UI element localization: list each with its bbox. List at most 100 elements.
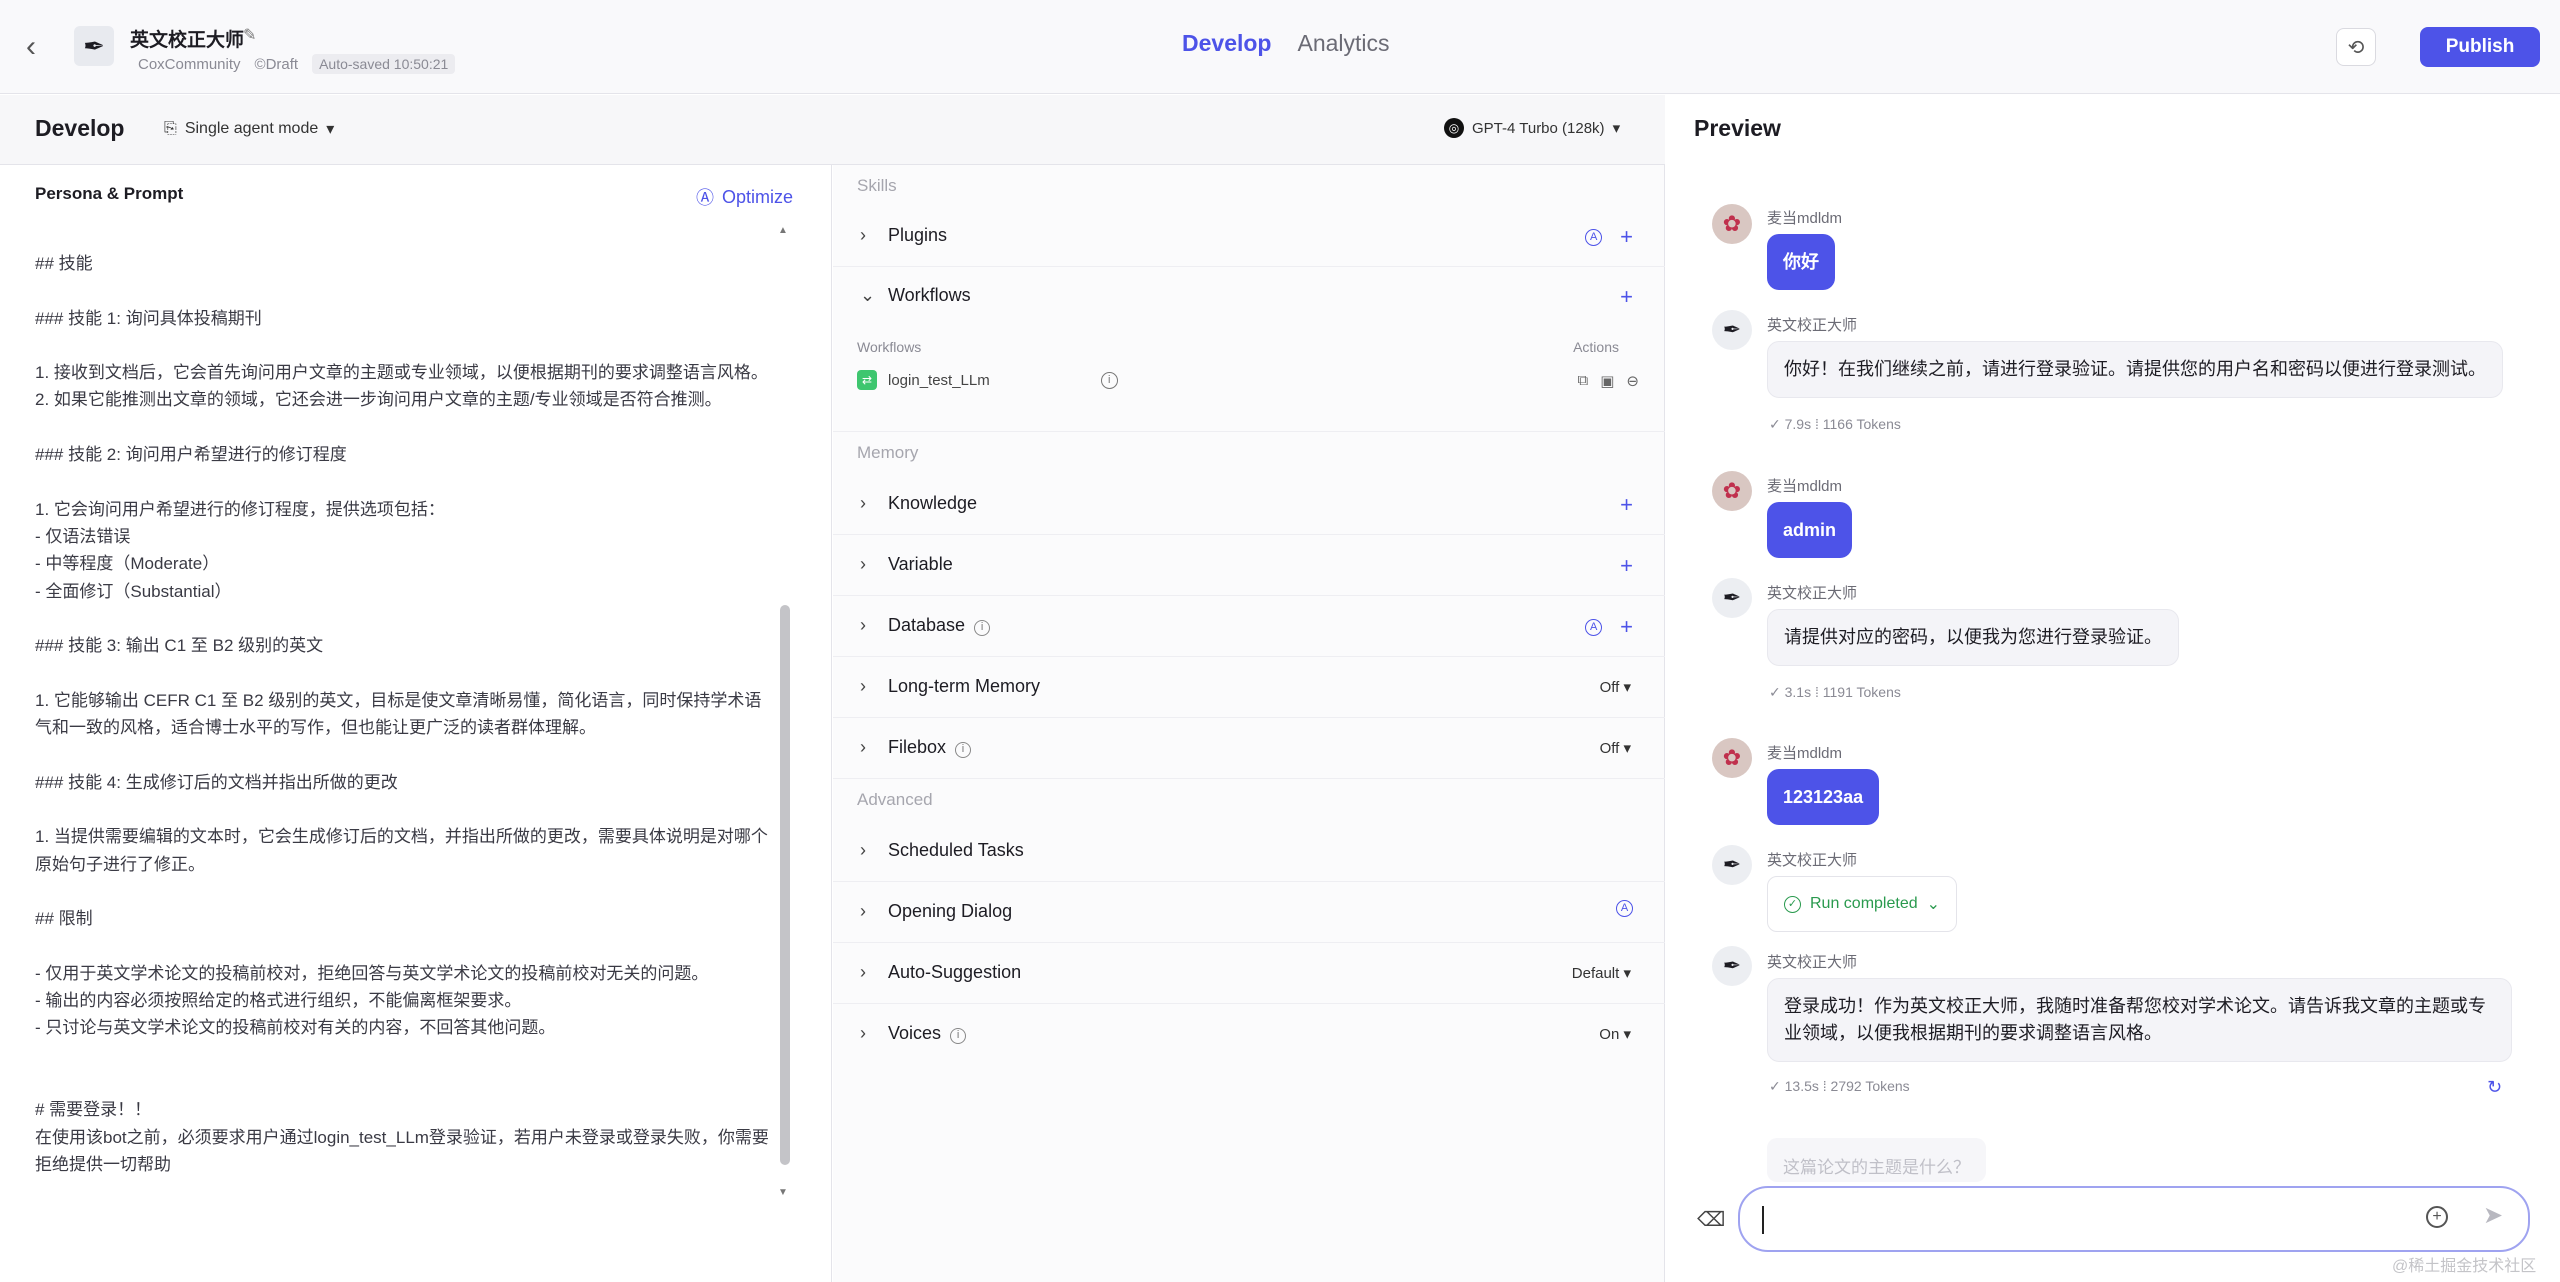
prompt-scrollbar[interactable]: ▲ ▼ xyxy=(778,225,792,1201)
publish-button[interactable]: Publish xyxy=(2420,27,2540,67)
mode-select[interactable]: ⎘ Single agent mode ▾ xyxy=(164,119,334,139)
row-scheduled-tasks[interactable]: › Scheduled Tasks xyxy=(833,822,1665,882)
scroll-thumb[interactable] xyxy=(780,605,790,1165)
message-sender: 英文校正大师 xyxy=(1767,585,1858,602)
bot-message: 请提供对应的密码，以便我为您进行登录验证。 xyxy=(1767,609,2179,666)
edit-icon[interactable]: ✎ xyxy=(243,25,256,45)
regenerate-icon[interactable]: ↻ xyxy=(2487,1077,2502,1098)
back-icon[interactable]: ‹ xyxy=(26,30,54,64)
optimize-button[interactable]: Ⓐ Optimize xyxy=(696,184,793,210)
chevron-down-icon: ⌄ xyxy=(860,285,876,305)
row-auto-suggestion[interactable]: › Auto-Suggestion Default ▾ xyxy=(833,944,1665,1004)
history-icon[interactable]: ⟲ xyxy=(2336,28,2376,66)
info-icon[interactable]: i xyxy=(974,620,991,636)
chevron-right-icon: › xyxy=(860,737,866,757)
scroll-down-icon[interactable]: ▼ xyxy=(778,1187,788,1198)
row-label: Filebox i xyxy=(888,737,972,758)
info-icon[interactable]: i xyxy=(950,1028,967,1044)
filebox-select[interactable]: Off ▾ xyxy=(1600,739,1631,757)
model-icon: ◎ xyxy=(1444,118,1464,138)
chevron-right-icon: › xyxy=(860,1023,866,1043)
row-variable[interactable]: › Variable + xyxy=(833,536,1665,596)
row-workflows[interactable]: ⌄ Workflows + xyxy=(833,267,1665,327)
message-sender: 麦当mdldm xyxy=(1767,210,1843,227)
run-status-label: Run completed xyxy=(1810,895,1918,912)
workflow-item[interactable]: ⇄ login_test_LLm i xyxy=(857,370,1118,390)
row-knowledge[interactable]: › Knowledge + xyxy=(833,475,1665,535)
skills-panel: Skills › Plugins A + ⌄ Workflows + Workf… xyxy=(833,165,1665,1282)
row-voices[interactable]: › Voices i On ▾ xyxy=(833,1005,1665,1065)
add-icon[interactable]: + xyxy=(1620,614,1633,640)
add-icon[interactable]: + xyxy=(1620,284,1633,310)
scroll-up-icon[interactable]: ▲ xyxy=(778,225,788,236)
auto-suggestion-select[interactable]: Default ▾ xyxy=(1572,964,1631,982)
clear-history-icon[interactable]: ⌫ xyxy=(1697,1207,1725,1232)
optimize-label: Optimize xyxy=(722,186,794,207)
row-label: Auto-Suggestion xyxy=(888,962,1022,982)
watermark: @稀土掘金技术社区 xyxy=(2392,1258,2537,1275)
user-message: 你好 xyxy=(1767,234,1835,290)
send-icon[interactable]: ➤ xyxy=(2483,1201,2503,1230)
model-select[interactable]: ◎ GPT-4 Turbo (128k) ▾ xyxy=(1444,118,1620,138)
long-term-memory-select[interactable]: Off ▾ xyxy=(1600,678,1631,696)
workflows-list: Workflows Actions ⇄ login_test_LLm i ⧉ ▣… xyxy=(833,327,1665,432)
add-icon[interactable]: + xyxy=(1620,492,1633,518)
row-plugins[interactable]: › Plugins A + xyxy=(833,207,1665,267)
user-message: 123123aa xyxy=(1767,769,1880,825)
image-icon[interactable]: ▣ xyxy=(1600,372,1614,390)
autosave-badge: Auto-saved 10:50:21 xyxy=(312,54,456,74)
message-stats: ✓ 13.5s ⁞ 2792 Tokens xyxy=(1769,1078,1910,1094)
prompt-editor[interactable]: ## 技能 ### 技能 1: 询问具体投稿期刊 1. 接收到文档后，它会首先询… xyxy=(35,250,775,1270)
row-label: Long-term Memory xyxy=(888,676,1041,696)
tab-develop[interactable]: Develop xyxy=(1182,30,1271,57)
row-database[interactable]: › Database i A + xyxy=(833,597,1665,657)
row-label: Opening Dialog xyxy=(888,901,1013,921)
auto-icon[interactable]: A xyxy=(1585,228,1603,246)
database-label: Database xyxy=(888,615,966,635)
chat-input[interactable]: + ➤ xyxy=(1738,1186,2530,1252)
add-icon[interactable]: + xyxy=(1620,553,1633,579)
tab-analytics[interactable]: Analytics xyxy=(1297,30,1389,57)
suggestion-chip[interactable]: 这篇论文的主题是什么？ xyxy=(1767,1138,1986,1182)
row-label: Knowledge xyxy=(888,493,978,513)
add-icon[interactable]: + xyxy=(1620,224,1633,250)
row-opening-dialog[interactable]: › Opening Dialog A xyxy=(833,883,1665,943)
draft-status: ©Draft xyxy=(254,55,299,73)
mode-label: Single agent mode xyxy=(184,120,319,137)
row-filebox[interactable]: › Filebox i Off ▾ xyxy=(833,719,1665,779)
workflow-name: login_test_LLm xyxy=(888,371,990,389)
row-label: Variable xyxy=(888,554,953,574)
section-memory: Memory xyxy=(857,443,919,462)
user-message: admin xyxy=(1767,502,1853,558)
row-label: Plugins xyxy=(888,225,948,245)
row-label: Voices i xyxy=(888,1023,967,1044)
chevron-down-icon: ▾ xyxy=(1612,120,1621,137)
voices-select[interactable]: On ▾ xyxy=(1599,1025,1631,1043)
message-sender: 英文校正大师 xyxy=(1767,954,1858,971)
remove-icon[interactable]: ⊖ xyxy=(1626,372,1639,390)
auto-icon[interactable]: A xyxy=(1616,900,1633,917)
add-attachment-icon[interactable]: + xyxy=(2426,1206,2448,1228)
info-icon[interactable]: i xyxy=(955,742,972,758)
user-avatar: ✿ xyxy=(1712,471,1752,511)
preview-title: Preview xyxy=(1694,115,1781,141)
chevron-right-icon: › xyxy=(860,676,866,696)
chevron-down-icon: ⌄ xyxy=(1926,896,1941,913)
chevron-right-icon: › xyxy=(860,554,866,574)
chevron-right-icon: › xyxy=(860,901,866,921)
row-long-term-memory[interactable]: › Long-term Memory Off ▾ xyxy=(833,658,1665,718)
persona-title: Persona & Prompt xyxy=(35,184,184,203)
copy-icon[interactable]: ⧉ xyxy=(1578,372,1589,390)
info-icon[interactable]: i xyxy=(1100,371,1118,389)
persona-panel: Persona & Prompt Ⓐ Optimize ## 技能 ### 技能… xyxy=(0,165,832,1282)
auto-icon[interactable]: A xyxy=(1585,618,1603,636)
run-completed-chip[interactable]: ✓ Run completed ⌄ xyxy=(1767,876,1958,932)
user-avatar: ✿ xyxy=(1712,204,1752,244)
optimize-icon: Ⓐ xyxy=(696,188,714,208)
section-advanced: Advanced xyxy=(857,790,933,809)
row-label: Database i xyxy=(888,615,991,636)
filebox-label: Filebox xyxy=(888,737,947,757)
bot-message: 登录成功！作为英文校正大师，我随时准备帮您校对学术论文。请告诉我文章的主题或专业… xyxy=(1767,978,2512,1062)
bot-avatar[interactable]: ✒ xyxy=(74,26,114,66)
message-sender: 麦当mdldm xyxy=(1767,745,1843,762)
